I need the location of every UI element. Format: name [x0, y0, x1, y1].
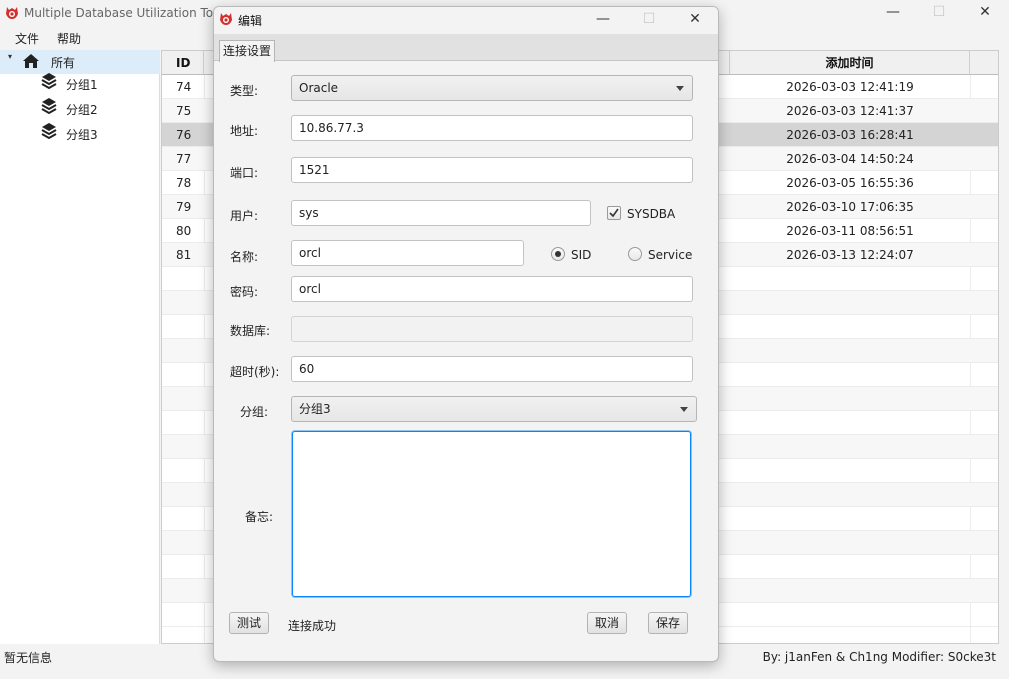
cell-id: 79 [176, 200, 192, 214]
layers-icon [41, 123, 57, 140]
cell-id: 81 [176, 248, 192, 262]
cell-id: 78 [176, 176, 192, 190]
dialog-titlebar: 编辑 — ☐ ✕ [214, 7, 718, 33]
service-label: Service [648, 248, 693, 262]
port-label: 端口: [230, 166, 259, 180]
cell-added-time: 2026-03-03 16:28:41 [786, 128, 914, 142]
layers-icon [41, 98, 57, 115]
minimize-button[interactable]: — [870, 0, 916, 27]
cell-id: 80 [176, 224, 192, 238]
cancel-button[interactable]: 取消 [587, 612, 628, 634]
port-field[interactable]: 1521 [291, 157, 693, 183]
group-label: 分组: [240, 405, 269, 419]
dialog-maximize-button[interactable]: ☐ [626, 7, 672, 33]
dialog-close-button[interactable]: ✕ [672, 7, 718, 33]
expand-arrow-icon[interactable]: ▾ [8, 52, 12, 61]
dialog-title: 编辑 [238, 14, 263, 28]
password-field[interactable]: orcl [291, 276, 693, 302]
tree-label: 分组3 [66, 128, 98, 142]
tree-label: 分组1 [66, 78, 98, 92]
address-label: 地址: [230, 124, 259, 138]
cell-added-time: 2026-03-10 17:06:35 [786, 200, 914, 214]
edit-dialog: 编辑 — ☐ ✕ 连接设置 类型: Oracle 地址: 10.86.77.3 … [213, 6, 719, 662]
tree-item-group3[interactable]: 分组3 [0, 122, 160, 146]
tree-item-group2[interactable]: 分组2 [0, 97, 160, 121]
group-select-value: 分组3 [299, 402, 331, 416]
tree-item-all[interactable]: ▾ 所有 [0, 50, 160, 74]
notes-textarea[interactable] [292, 431, 691, 597]
cell-added-time: 2026-03-03 12:41:37 [786, 104, 914, 118]
cell-id: 76 [176, 128, 192, 142]
sysdba-label: SYSDBA [627, 207, 676, 221]
timeout-label: 超时(秒): [230, 365, 280, 379]
timeout-field[interactable]: 60 [291, 356, 693, 382]
notes-label: 备忘: [245, 510, 274, 524]
cell-added-time: 2026-03-03 12:41:19 [786, 80, 914, 94]
test-result-message: 连接成功 [288, 619, 337, 633]
tab-connection-settings[interactable]: 连接设置 [219, 40, 276, 62]
checkmark-icon [609, 208, 619, 218]
chevron-down-icon [676, 86, 684, 91]
sysdba-checkbox[interactable] [607, 206, 621, 220]
test-button[interactable]: 测试 [229, 612, 270, 634]
maximize-button[interactable]: ☐ [916, 0, 962, 27]
user-label: 用户: [230, 209, 259, 223]
chevron-down-icon [680, 407, 688, 412]
menu-file[interactable]: 文件 [15, 30, 39, 47]
cell-added-time: 2026-03-13 12:24:07 [786, 248, 914, 262]
type-select[interactable]: Oracle [291, 75, 693, 101]
database-field[interactable] [291, 316, 693, 342]
layers-icon [41, 73, 57, 90]
sid-label: SID [571, 248, 592, 262]
type-select-value: Oracle [299, 81, 339, 95]
sid-radio[interactable] [551, 247, 565, 261]
credits-text: By: j1anFen & Ch1ng Modifier: S0cke3t [762, 650, 996, 664]
save-button[interactable]: 保存 [648, 612, 689, 634]
status-message: 暂无信息 [4, 651, 53, 665]
address-field[interactable]: 10.86.77.3 [291, 115, 693, 141]
dialog-tabstrip: 连接设置 [214, 34, 718, 62]
group-select[interactable]: 分组3 [291, 396, 697, 422]
window-title: Multiple Database Utilization Tools [24, 6, 231, 20]
menu-help[interactable]: 帮助 [57, 30, 81, 47]
column-header-id[interactable]: ID [162, 51, 204, 75]
password-label: 密码: [230, 285, 259, 299]
cell-added-time: 2026-03-05 16:55:36 [786, 176, 914, 190]
cell-added-time: 2026-03-04 14:50:24 [786, 152, 914, 166]
app-logo-icon [220, 13, 232, 25]
tree-item-group1[interactable]: 分组1 [0, 72, 160, 96]
cell-id: 74 [176, 80, 192, 94]
dialog-minimize-button[interactable]: — [580, 7, 626, 33]
database-label: 数据库: [230, 324, 271, 338]
group-tree: ▾ 所有 分组1 分组2 分组3 [0, 50, 160, 644]
column-header-added-time[interactable]: 添加时间 [730, 51, 970, 75]
tree-label: 所有 [51, 56, 76, 70]
service-radio[interactable] [628, 247, 642, 261]
home-icon [23, 54, 39, 68]
type-label: 类型: [230, 84, 259, 98]
column-header-filler [970, 51, 998, 75]
cell-id: 77 [176, 152, 192, 166]
name-label: 名称: [230, 250, 259, 264]
cell-added-time: 2026-03-11 08:56:51 [786, 224, 914, 238]
radio-dot-icon [555, 251, 561, 257]
name-field[interactable]: orcl [291, 240, 524, 266]
app-logo-icon [6, 7, 18, 19]
tree-label: 分组2 [66, 103, 98, 117]
user-field[interactable]: sys [291, 200, 591, 226]
close-button[interactable]: ✕ [962, 0, 1008, 27]
cell-id: 75 [176, 104, 192, 118]
